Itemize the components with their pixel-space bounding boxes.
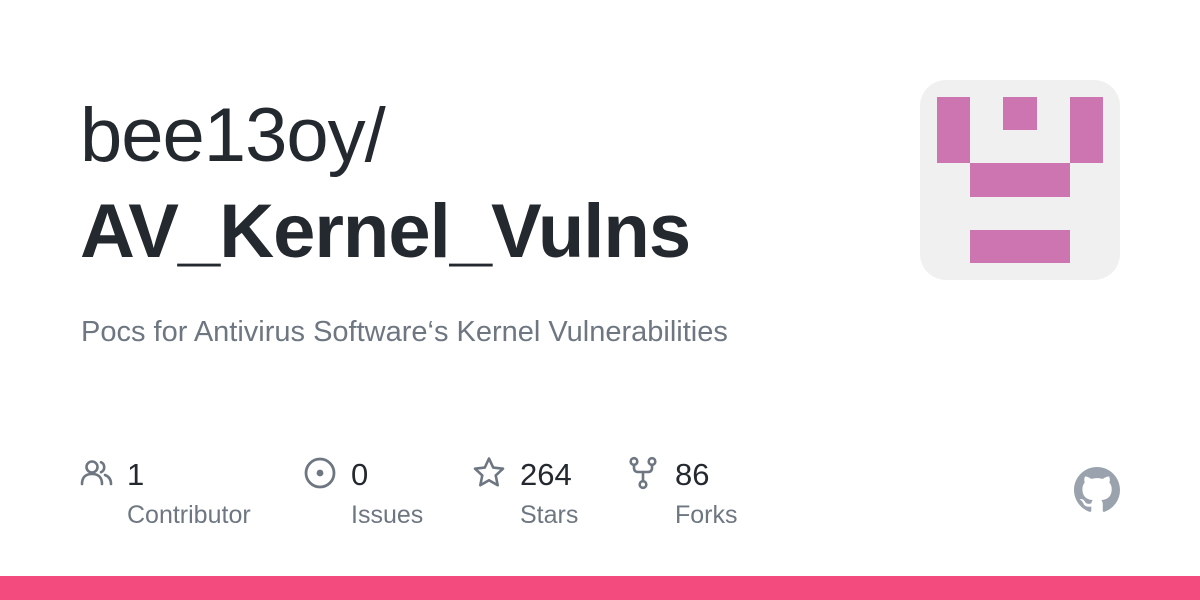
repo-owner[interactable]: bee13oy/	[80, 88, 386, 184]
github-mark-icon[interactable]	[1074, 467, 1120, 513]
contributors-label: Contributor	[127, 501, 251, 529]
issues-label: Issues	[351, 501, 424, 529]
contributors-count: 1	[127, 457, 145, 492]
issue-opened-icon	[304, 457, 336, 489]
stars-label: Stars	[520, 501, 579, 529]
people-icon	[80, 460, 113, 486]
forks-label: Forks	[675, 501, 738, 529]
identicon-icon	[937, 97, 1103, 263]
issues-count: 0	[351, 457, 369, 492]
repo-name[interactable]: AV_Kernel_Vulns	[80, 184, 691, 280]
language-bar	[0, 576, 1200, 600]
stars-count: 264	[520, 457, 572, 492]
owner-avatar[interactable]	[920, 80, 1120, 280]
star-icon	[473, 457, 505, 487]
forks-count: 86	[675, 457, 710, 492]
repo-description: Pocs for Antivirus Software‘s Kernel Vul…	[81, 316, 728, 348]
repo-social-card: bee13oy/ AV_Kernel_Vulns Pocs for Antivi…	[0, 0, 1200, 600]
repo-forked-icon	[629, 456, 657, 490]
